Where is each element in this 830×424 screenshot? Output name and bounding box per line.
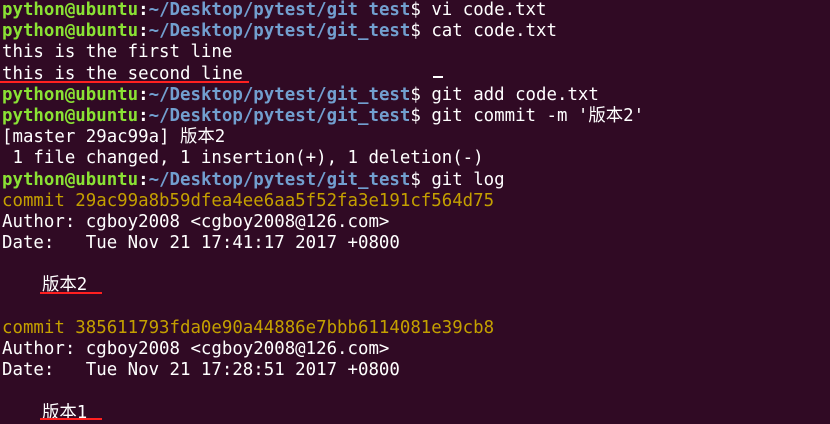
prompt-user: python@ubuntu (2, 105, 139, 126)
prompt-user: python@ubuntu (2, 84, 139, 105)
prompt-dollar: $ (410, 169, 421, 190)
prompt-separator: : (138, 105, 149, 126)
output-line-first: this is the first line (2, 42, 233, 63)
prompt-path: ~/Desktop/pytest/git_test (148, 21, 411, 42)
commit-author-line: Author: cgboy2008 <cgboy2008@126.com> (2, 211, 390, 232)
prompt-dollar: $ (410, 84, 421, 105)
terminal-line-git-commit: python@ubuntu:~/Desktop/pytest/git_test$… (2, 106, 830, 127)
output-line-commit-result: [master 29ac99a] 版本2 (2, 127, 226, 148)
terminal-window[interactable]: python@ubuntu:~/Desktop/pytest/git test$… (0, 0, 830, 424)
command-text: cat code.txt (420, 21, 557, 42)
command-text: git log (420, 169, 505, 190)
terminal-line-git-add: python@ubuntu:~/Desktop/pytest/git_test$… (2, 85, 830, 106)
commit-message-line: 版本2 (2, 275, 830, 296)
commit-hash-line: commit 385611793fda0e90a44886e7bbb611408… (2, 317, 495, 338)
prompt-user: python@ubuntu (2, 21, 139, 42)
prompt-path: ~/Desktop/pytest/git_test (148, 84, 411, 105)
text-cursor (433, 76, 443, 78)
commit-hash-line: commit 29ac99a8b59dfea4ee6aa5f52fa3e191c… (2, 190, 495, 211)
commit-date-line: Date: Tue Nov 21 17:28:51 2017 +0800 (2, 360, 400, 381)
prompt-separator: : (138, 84, 149, 105)
terminal-line-git-log: python@ubuntu:~/Desktop/pytest/git_test$… (2, 170, 830, 191)
output-line-changes-summary: 1 file changed, 1 insertion(+), 1 deleti… (2, 148, 484, 169)
command-text: vi code.txt (420, 0, 547, 20)
prompt-separator: : (138, 0, 149, 20)
prompt-dollar: $ (410, 21, 421, 42)
commit-author-line: Author: cgboy2008 <cgboy2008@126.com> (2, 339, 390, 359)
commit-message-line: 版本1 (2, 403, 830, 424)
prompt-path: ~/Desktop/pytest/git_test (148, 169, 411, 190)
prompt-dollar: $ (410, 105, 421, 126)
prompt-path: ~/Desktop/pytest/git test (148, 0, 411, 20)
terminal-line-vi: python@ubuntu:~/Desktop/pytest/git test$… (2, 0, 830, 21)
annotation-underline-second-line (0, 81, 249, 83)
prompt-separator: : (138, 169, 149, 190)
prompt-separator: : (138, 21, 149, 42)
terminal-line-cat: python@ubuntu:~/Desktop/pytest/git_test$… (2, 21, 830, 42)
command-text: git add code.txt (420, 84, 599, 105)
command-text: git commit -m '版本2' (420, 105, 645, 126)
prompt-user: python@ubuntu (2, 0, 139, 20)
commit-date-line: Date: Tue Nov 21 17:41:17 2017 +0800 (2, 233, 400, 254)
prompt-path: ~/Desktop/pytest/git_test (148, 105, 411, 126)
annotation-underline-message-2 (40, 292, 102, 294)
annotation-underline-message-1 (40, 418, 102, 420)
prompt-dollar: $ (410, 0, 421, 20)
prompt-user: python@ubuntu (2, 169, 139, 190)
